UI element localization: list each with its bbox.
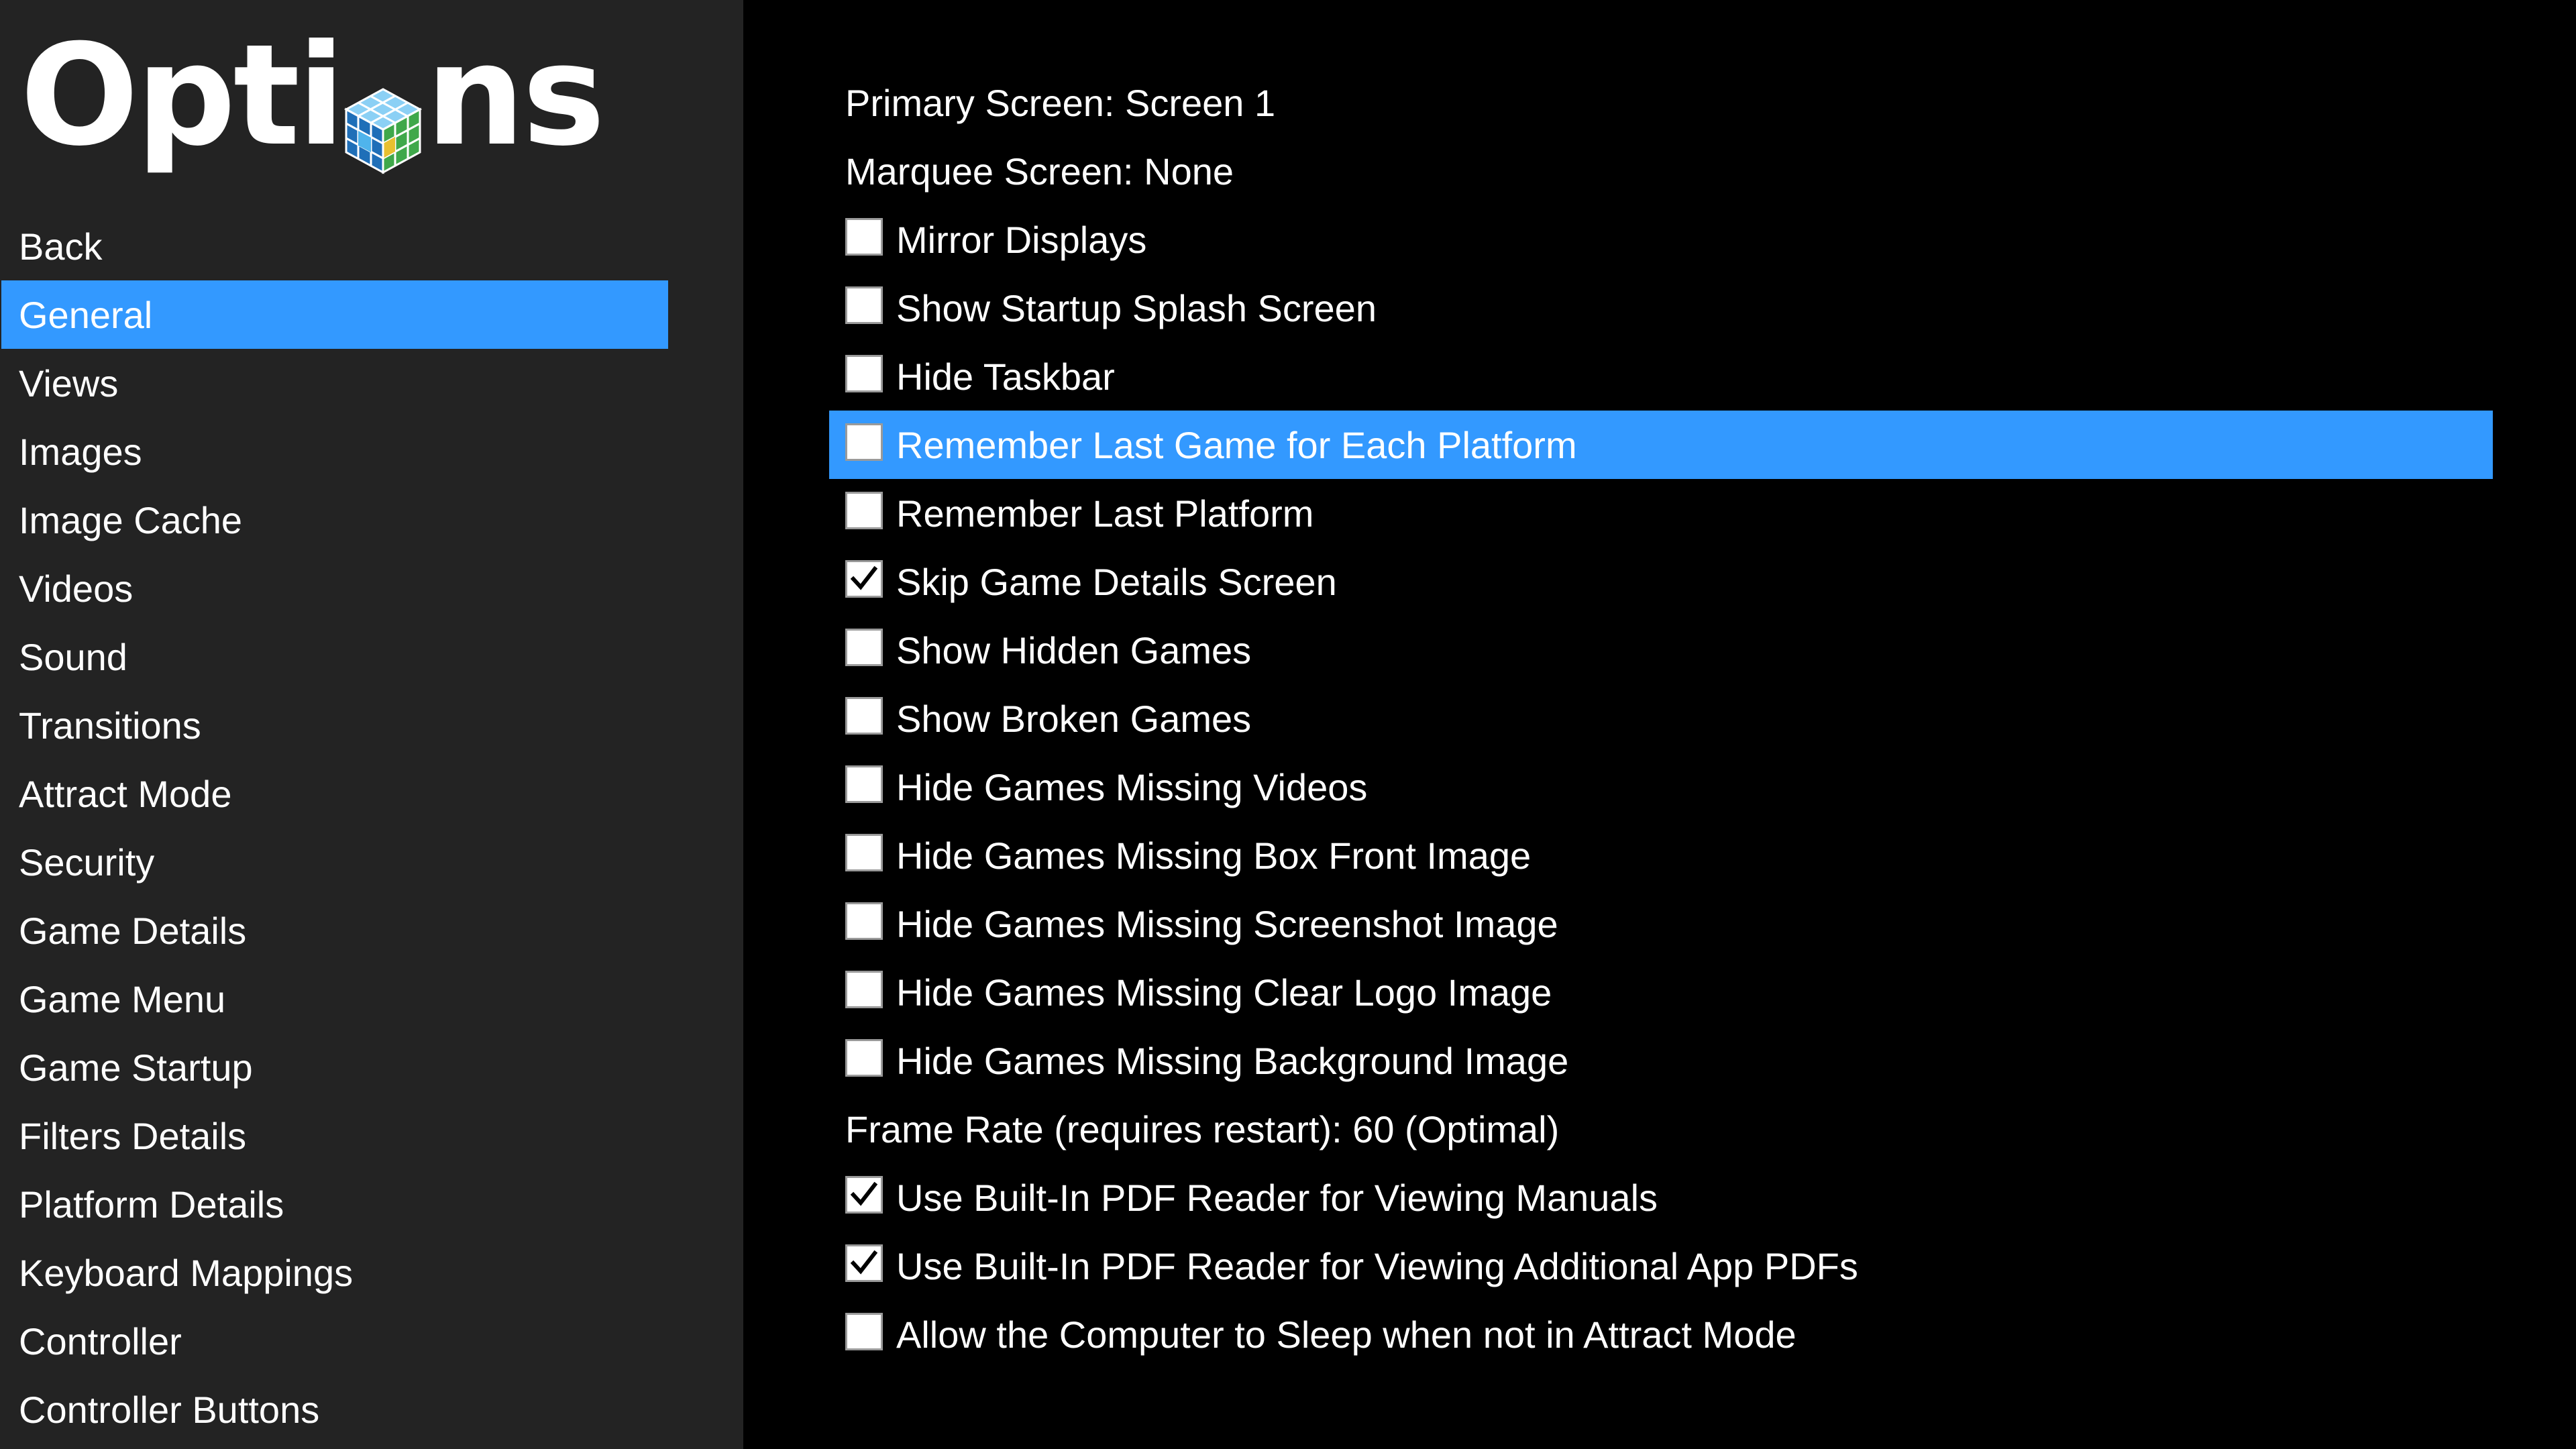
cube-logo-icon bbox=[343, 58, 423, 146]
option-setting-marquee-screen-none[interactable]: Marquee Screen: None bbox=[829, 137, 2493, 205]
option-label: Hide Games Missing Screenshot Image bbox=[896, 902, 1558, 946]
sidebar-item-general[interactable]: General bbox=[1, 280, 668, 349]
option-checkbox-remember-last-game-for-each-platform[interactable]: Remember Last Game for Each Platform bbox=[829, 411, 2493, 479]
sidebar-item-images[interactable]: Images bbox=[1, 417, 668, 486]
checkbox-unchecked-icon[interactable] bbox=[845, 697, 883, 735]
option-checkbox-hide-games-missing-screenshot-image[interactable]: Hide Games Missing Screenshot Image bbox=[829, 890, 2493, 958]
sidebar-item-transitions[interactable]: Transitions bbox=[1, 691, 668, 759]
title-part-2: ns bbox=[425, 26, 602, 166]
sidebar-item-sound[interactable]: Sound bbox=[1, 623, 668, 691]
option-label: Primary Screen: Screen 1 bbox=[845, 81, 1275, 125]
sidebar-item-security[interactable]: Security bbox=[1, 828, 668, 896]
option-checkbox-remember-last-platform[interactable]: Remember Last Platform bbox=[829, 479, 2493, 547]
sidebar: Opti bbox=[0, 0, 743, 1449]
sidebar-nav: BackGeneralViewsImagesImage CacheVideosS… bbox=[0, 212, 743, 1444]
checkbox-unchecked-icon[interactable] bbox=[845, 423, 883, 461]
options-list: Primary Screen: Screen 1 Marquee Screen: … bbox=[829, 68, 2493, 1368]
option-checkbox-show-hidden-games[interactable]: Show Hidden Games bbox=[829, 616, 2493, 684]
option-setting-primary-screen-screen-1[interactable]: Primary Screen: Screen 1 bbox=[829, 68, 2493, 137]
checkbox-unchecked-icon[interactable] bbox=[845, 765, 883, 803]
option-label: Remember Last Game for Each Platform bbox=[896, 423, 1577, 467]
title-text: Opti bbox=[20, 26, 602, 166]
option-label: Show Startup Splash Screen bbox=[896, 286, 1377, 330]
option-label: Frame Rate (requires restart): 60 (Optim… bbox=[845, 1108, 1559, 1151]
checkbox-unchecked-icon[interactable] bbox=[845, 629, 883, 666]
option-label: Hide Games Missing Box Front Image bbox=[896, 834, 1531, 877]
general-options-panel: Primary Screen: Screen 1 Marquee Screen: … bbox=[743, 0, 2576, 1449]
option-checkbox-hide-games-missing-videos[interactable]: Hide Games Missing Videos bbox=[829, 753, 2493, 821]
option-checkbox-show-broken-games[interactable]: Show Broken Games bbox=[829, 684, 2493, 753]
option-checkbox-skip-game-details-screen[interactable]: Skip Game Details Screen bbox=[829, 547, 2493, 616]
option-label: Remember Last Platform bbox=[896, 492, 1313, 535]
option-setting-frame-rate-requires-restart-60-optimal[interactable]: Frame Rate (requires restart): 60 (Optim… bbox=[829, 1095, 2493, 1163]
checkbox-unchecked-icon[interactable] bbox=[845, 355, 883, 392]
sidebar-item-platform-details[interactable]: Platform Details bbox=[1, 1170, 668, 1238]
option-label: Show Broken Games bbox=[896, 697, 1251, 741]
sidebar-item-game-menu[interactable]: Game Menu bbox=[1, 965, 668, 1033]
option-checkbox-show-startup-splash-screen[interactable]: Show Startup Splash Screen bbox=[829, 274, 2493, 342]
option-checkbox-hide-taskbar[interactable]: Hide Taskbar bbox=[829, 342, 2493, 411]
sidebar-item-controller-buttons[interactable]: Controller Buttons bbox=[1, 1375, 668, 1444]
sidebar-item-views[interactable]: Views bbox=[1, 349, 668, 417]
checkbox-unchecked-icon[interactable] bbox=[845, 902, 883, 940]
checkbox-unchecked-icon[interactable] bbox=[845, 218, 883, 256]
sidebar-item-game-startup[interactable]: Game Startup bbox=[1, 1033, 668, 1102]
option-label: Use Built-In PDF Reader for Viewing Manu… bbox=[896, 1176, 1658, 1220]
option-label: Allow the Computer to Sleep when not in … bbox=[896, 1313, 1796, 1356]
checkbox-checked-icon[interactable] bbox=[845, 560, 883, 598]
sidebar-item-filters-details[interactable]: Filters Details bbox=[1, 1102, 668, 1170]
option-checkbox-mirror-displays[interactable]: Mirror Displays bbox=[829, 205, 2493, 274]
option-label: Hide Taskbar bbox=[896, 355, 1115, 398]
option-label: Show Hidden Games bbox=[896, 629, 1251, 672]
sidebar-item-videos[interactable]: Videos bbox=[1, 554, 668, 623]
option-label: Mirror Displays bbox=[896, 218, 1146, 262]
checkbox-unchecked-icon[interactable] bbox=[845, 1313, 883, 1350]
option-label: Hide Games Missing Videos bbox=[896, 765, 1367, 809]
option-checkbox-use-built-in-pdf-reader-for-viewing-additional-app-pdfs[interactable]: Use Built-In PDF Reader for Viewing Addi… bbox=[829, 1232, 2493, 1300]
option-label: Use Built-In PDF Reader for Viewing Addi… bbox=[896, 1244, 1858, 1288]
sidebar-item-keyboard-mappings[interactable]: Keyboard Mappings bbox=[1, 1238, 668, 1307]
title-part-1: Opti bbox=[20, 26, 342, 166]
checkbox-unchecked-icon[interactable] bbox=[845, 834, 883, 871]
checkbox-checked-icon[interactable] bbox=[845, 1244, 883, 1282]
sidebar-item-attract-mode[interactable]: Attract Mode bbox=[1, 759, 668, 828]
checkbox-checked-icon[interactable] bbox=[845, 1176, 883, 1214]
option-label: Marquee Screen: None bbox=[845, 150, 1234, 193]
checkbox-unchecked-icon[interactable] bbox=[845, 1039, 883, 1077]
options-screen: Opti bbox=[0, 0, 2576, 1449]
option-checkbox-use-built-in-pdf-reader-for-viewing-manuals[interactable]: Use Built-In PDF Reader for Viewing Manu… bbox=[829, 1163, 2493, 1232]
sidebar-item-game-details[interactable]: Game Details bbox=[1, 896, 668, 965]
option-label: Hide Games Missing Clear Logo Image bbox=[896, 971, 1552, 1014]
checkbox-unchecked-icon[interactable] bbox=[845, 971, 883, 1008]
option-label: Skip Game Details Screen bbox=[896, 560, 1337, 604]
option-checkbox-hide-games-missing-box-front-image[interactable]: Hide Games Missing Box Front Image bbox=[829, 821, 2493, 890]
option-checkbox-allow-the-computer-to-sleep-when-not-in-attract-mode[interactable]: Allow the Computer to Sleep when not in … bbox=[829, 1300, 2493, 1368]
checkbox-unchecked-icon[interactable] bbox=[845, 286, 883, 324]
checkbox-unchecked-icon[interactable] bbox=[845, 492, 883, 529]
option-checkbox-hide-games-missing-background-image[interactable]: Hide Games Missing Background Image bbox=[829, 1026, 2493, 1095]
sidebar-item-back[interactable]: Back bbox=[1, 212, 668, 280]
page-title: Opti bbox=[20, 19, 602, 173]
sidebar-item-image-cache[interactable]: Image Cache bbox=[1, 486, 668, 554]
option-label: Hide Games Missing Background Image bbox=[896, 1039, 1568, 1083]
sidebar-item-controller[interactable]: Controller bbox=[1, 1307, 668, 1375]
option-checkbox-hide-games-missing-clear-logo-image[interactable]: Hide Games Missing Clear Logo Image bbox=[829, 958, 2493, 1026]
